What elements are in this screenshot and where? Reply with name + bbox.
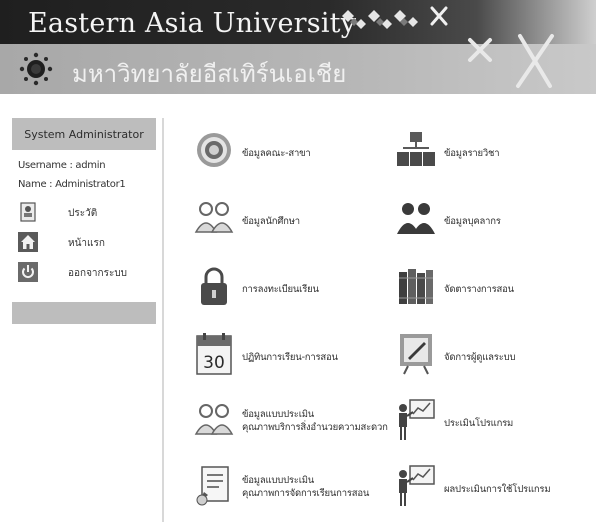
sidebar-item-label: ประวัติ [68,208,98,219]
menu-item-label: การลงทะเบียนเรียน [242,284,319,295]
menu-item-label-line1: ข้อมูลแบบประเมิน [242,409,315,420]
main-menu-panel: ข้อมูลคณะ-สาขา ข้อมูลนักศึกษา การลงทะเบี… [164,118,596,522]
menu-item-eval-result[interactable]: ผลประเมินการใช้โปรแกรม [396,464,596,518]
calendar-day: 30 [203,353,225,373]
menu-item-calendar[interactable]: 30 ปฏิทินการเรียน-การสอน [194,332,384,386]
menu-item-timetable[interactable]: จัดตารางการสอน [396,264,586,318]
presentation-result-icon [399,465,435,506]
menu-item-label: ปฏิทินการเรียน-การสอน [242,352,338,363]
org-chart-icon [397,132,435,166]
menu-item-label: ข้อมูลรายวิชา [444,148,500,159]
menu-item-label: ประเมินโปรแกรม [444,418,514,429]
menu-item-program-eval[interactable]: ประเมินโปรแกรม [396,398,586,452]
menu-item-label: จัดตารางการสอน [444,284,514,295]
university-name: Eastern Asia University [28,8,357,39]
menu-item-label: ข้อมูลนักศึกษา [242,216,300,227]
page: Eastern Asia University มหาวิทยาลัยอีสเท… [0,0,596,522]
form-pen-icon [196,466,229,506]
menu-item-faculty[interactable]: ข้อมูลคณะ-สาขา [194,128,384,182]
menu-item-students[interactable]: ข้อมูลนักศึกษา [194,196,384,250]
menu-item-label-line2: คุณภาพการจัดการเรียนการสอน [242,488,370,499]
sidebar-footer [12,302,156,324]
sidebar-item-label: หน้าแรก [68,238,105,249]
menu-item-label: จัดการผู้ดูแลระบบ [444,352,516,363]
survey-people-icon [194,404,234,435]
menu-item-staff[interactable]: ข้อมูลบุคลากร [396,196,586,250]
lock-icon [201,267,227,305]
sidebar-item-label: ออกจากระบบ [68,268,128,279]
sidebar-item-profile[interactable]: ประวัติ [18,202,156,222]
university-name-thai: มหาวิทยาลัยอีสเทิร์นเอเชีย [72,60,347,88]
menu-item-teaching-survey[interactable]: ข้อมูลแบบประเมิน คุณภาพการจัดการเรียนการ… [194,464,404,518]
sidebar-title: System Administrator [12,118,156,150]
menu-item-label: ข้อมูลคณะ-สาขา [242,148,311,159]
menu-item-label-line2: คุณภาพบริการสิ่งอำนวยความสะดวก [242,422,388,433]
menu-item-courses[interactable]: ข้อมูลรายวิชา [396,128,586,182]
menu-item-facility-survey[interactable]: ข้อมูลแบบประเมิน คุณภาพบริการสิ่งอำนวยคว… [194,398,404,452]
calendar-icon: 30 [196,333,232,375]
students-icon [194,202,234,233]
university-logo-icon [19,52,53,86]
menu-item-label: ผลประเมินการใช้โปรแกรม [444,484,551,495]
menu-item-label: ข้อมูลบุคลากร [444,216,501,227]
sidebar-item-logout[interactable]: ออกจากระบบ [18,262,156,282]
profile-icon [20,202,36,222]
username-text: Username : admin [18,160,106,171]
power-icon [18,262,38,282]
menu-item-label: ข้อมูลแบบประเมิน คุณภาพบริการสิ่งอำนวยคว… [242,408,388,434]
admin-board-icon [400,334,432,375]
books-icon [399,269,433,304]
sidebar: System Administrator Username : admin Na… [12,118,156,324]
menu-item-label: ข้อมูลแบบประเมิน คุณภาพการจัดการเรียนการ… [242,474,369,500]
menu-item-registration[interactable]: การลงทะเบียนเรียน [194,264,384,318]
faculty-seal-icon [197,133,231,167]
header-gap [0,94,596,118]
menu-item-admin-manage[interactable]: จัดการผู้ดูแลระบบ [396,332,586,386]
staff-icon [397,203,435,234]
name-text: Name : Administrator1 [18,179,126,190]
sidebar-item-home[interactable]: หน้าแรก [18,232,156,252]
menu-item-label-line1: ข้อมูลแบบประเมิน [242,475,315,486]
header-banner: Eastern Asia University มหาวิทยาลัยอีสเท… [0,0,596,118]
home-icon [18,232,38,252]
presentation-icon [399,399,435,440]
